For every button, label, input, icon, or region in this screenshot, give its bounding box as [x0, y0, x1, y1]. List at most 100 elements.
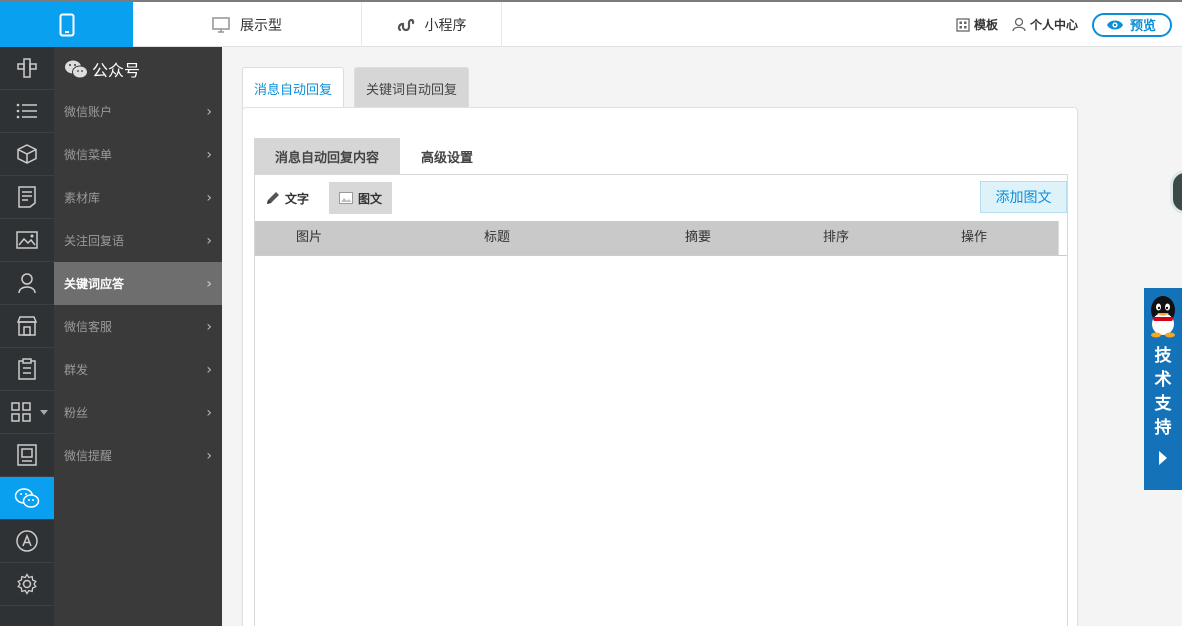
- phone-icon: [59, 13, 74, 36]
- submenu-item-label: 关键词应答: [64, 277, 125, 291]
- submenu-header: 公众号: [54, 47, 222, 90]
- tech-support-widget[interactable]: 技术支持: [1144, 288, 1182, 490]
- template-label: 模板: [973, 18, 998, 32]
- submenu-item[interactable]: 微信客服 ›: [54, 305, 222, 348]
- floating-chat-button[interactable]: [1170, 170, 1182, 214]
- content-panel: 消息自动回复内容 高级设置 文字 图文 添加图文 图片 标题 摘要 排序 操作: [242, 107, 1078, 626]
- poster-icon: [17, 444, 37, 466]
- text-type-label: 文字: [285, 191, 310, 206]
- submenu-item-label: 微信账户: [64, 105, 113, 119]
- rail-item-settings[interactable]: [0, 563, 54, 606]
- list-icon: [16, 103, 37, 119]
- monitor-icon: [212, 16, 230, 33]
- top-right-actions: 模板 个人中心 预览: [956, 2, 1172, 47]
- table-body: [255, 255, 1067, 626]
- image-icon: [339, 192, 353, 204]
- column-header-sort: 排序: [823, 230, 850, 245]
- add-image-text-button[interactable]: 添加图文: [980, 181, 1067, 213]
- left-icon-rail: [0, 47, 54, 626]
- rail-item-clipboard[interactable]: [0, 348, 54, 391]
- rail-item-apps[interactable]: [0, 391, 54, 434]
- chevron-right-icon: ›: [206, 146, 212, 163]
- reply-content-box: 文字 图文 添加图文 图片 标题 摘要 排序 操作: [254, 174, 1068, 626]
- sub-menu: 公众号 微信账户 › 微信菜单 › 素材库 › 关注回复语 › 关键词应答 › 微信客服 › 群发 › 粉丝…: [54, 47, 222, 626]
- chevron-right-icon: ›: [206, 103, 212, 120]
- submenu-item[interactable]: 关键词应答 ›: [54, 262, 222, 305]
- layout-tool-icon: [17, 58, 37, 78]
- submenu-title: 公众号: [92, 60, 141, 80]
- rail-item-user[interactable]: [0, 262, 54, 305]
- pencil-icon: [267, 191, 279, 204]
- user-center-label: 个人中心: [1029, 18, 1078, 32]
- column-header-image: 图片: [296, 230, 323, 245]
- grid-icon: [11, 402, 31, 422]
- rail-item-appstore[interactable]: [0, 520, 54, 563]
- submenu-item-label: 粉丝: [64, 406, 89, 420]
- store-icon: [16, 316, 38, 336]
- chevron-right-icon: ›: [206, 361, 212, 378]
- rail-item-box[interactable]: [0, 133, 54, 176]
- submenu-item-label: 素材库: [64, 191, 101, 205]
- column-header-summary: 摘要: [685, 230, 712, 245]
- image-text-type-button[interactable]: 图文: [329, 182, 393, 214]
- chevron-right-icon: ›: [206, 318, 212, 335]
- rail-item-document[interactable]: [0, 176, 54, 219]
- table-header-scroll-gap: [1058, 221, 1067, 255]
- mobile-device-button[interactable]: [0, 2, 133, 47]
- rail-item-layout[interactable]: [0, 47, 54, 90]
- submenu-item-label: 微信提醒: [64, 449, 113, 463]
- chevron-right-icon: ›: [206, 275, 212, 292]
- submenu-item-label: 微信菜单: [64, 148, 113, 162]
- tab-display-type[interactable]: 展示型: [133, 2, 362, 47]
- tab-display-type-label: 展示型: [240, 17, 282, 34]
- tab-keyword-auto-reply[interactable]: 关键词自动回复: [354, 67, 470, 108]
- tab-mini-program-label: 小程序: [424, 17, 467, 34]
- preview-button[interactable]: 预览: [1091, 12, 1172, 37]
- submenu-item[interactable]: 素材库 ›: [54, 176, 222, 219]
- clipboard-icon: [18, 358, 36, 380]
- template-link[interactable]: 模板: [956, 16, 998, 33]
- submenu-item[interactable]: 粉丝 ›: [54, 391, 222, 434]
- table-header: 图片 标题 摘要 排序 操作: [255, 221, 1058, 255]
- submenu-item[interactable]: 微信账户 ›: [54, 90, 222, 133]
- subtab-reply-content[interactable]: 消息自动回复内容: [254, 138, 401, 174]
- submenu-item[interactable]: 微信菜单 ›: [54, 133, 222, 176]
- preview-label: 预览: [1129, 19, 1156, 34]
- column-header-title: 标题: [484, 230, 511, 245]
- text-type-button[interactable]: 文字: [255, 182, 319, 214]
- app-store-icon: [16, 530, 38, 552]
- rail-item-poster[interactable]: [0, 434, 54, 477]
- document-icon: [18, 186, 36, 208]
- submenu-item-label: 关注回复语: [64, 234, 125, 248]
- submenu-item[interactable]: 微信提醒 ›: [54, 434, 222, 477]
- qq-penguin-icon: [1151, 296, 1175, 338]
- cube-icon: [17, 144, 37, 164]
- submenu-item[interactable]: 群发 ›: [54, 348, 222, 391]
- eye-icon: [1106, 20, 1123, 29]
- rail-item-list[interactable]: [0, 90, 54, 133]
- chevron-right-icon: ›: [206, 404, 212, 421]
- chevron-right-icon: ›: [206, 232, 212, 249]
- rail-item-wechat[interactable]: [0, 477, 54, 520]
- template-icon: [956, 17, 970, 32]
- wechat-icon: [65, 60, 88, 78]
- user-icon: [18, 273, 36, 294]
- caret-down-icon: [40, 410, 48, 415]
- gear-icon: [17, 573, 37, 595]
- submenu-item-label: 群发: [64, 363, 89, 377]
- submenu-item[interactable]: 关注回复语 ›: [54, 219, 222, 262]
- chevron-right-icon: ›: [206, 189, 212, 206]
- column-header-actions: 操作: [961, 230, 988, 245]
- tab-mini-program[interactable]: 小程序: [362, 2, 502, 47]
- user-icon: [1012, 17, 1026, 32]
- reply-type-toolbar: 文字 图文 添加图文: [255, 175, 1067, 221]
- tab-message-auto-reply[interactable]: 消息自动回复: [242, 67, 345, 109]
- rail-item-store[interactable]: [0, 305, 54, 348]
- user-center-link[interactable]: 个人中心: [1012, 16, 1078, 33]
- mini-program-icon: [397, 16, 415, 34]
- main-tabs: 消息自动回复 关键词自动回复: [242, 67, 470, 109]
- chevron-right-icon: ›: [206, 447, 212, 464]
- rail-item-image[interactable]: [0, 219, 54, 262]
- tech-support-label: 技术支持: [1154, 346, 1172, 438]
- subtab-advanced-settings[interactable]: 高级设置: [400, 138, 494, 174]
